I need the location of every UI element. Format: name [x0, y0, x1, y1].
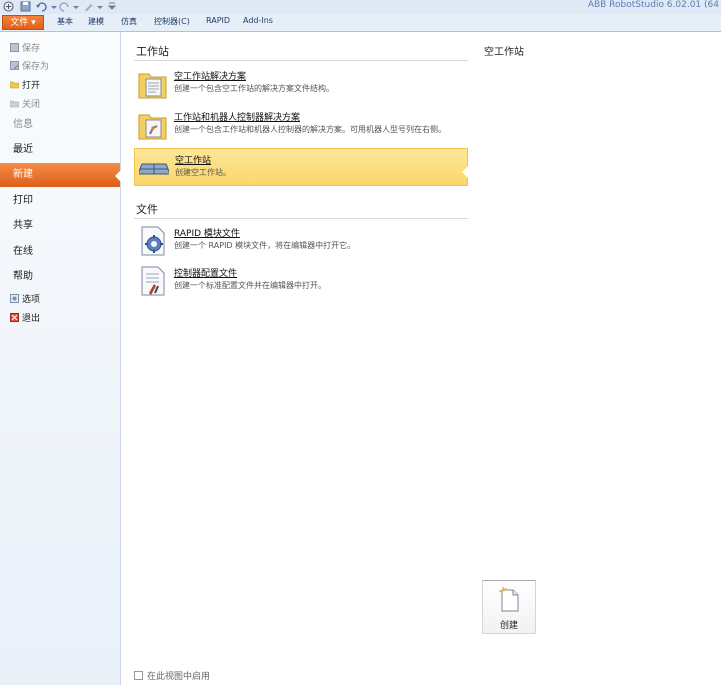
save-as-command[interactable]: 保存为: [10, 59, 49, 73]
new-document-icon: [498, 586, 521, 613]
create-button[interactable]: 创建: [482, 580, 536, 634]
save-command[interactable]: 保存: [10, 41, 40, 55]
options-command[interactable]: 选项: [10, 292, 40, 306]
app-logo-icon[interactable]: [3, 1, 14, 12]
tab-modeling[interactable]: 建模: [88, 16, 104, 27]
template-title: 空工作站: [175, 156, 212, 166]
section-title-workstations: 工作站: [136, 45, 169, 58]
folder-robot-icon: [138, 109, 168, 141]
backstage-nav: 保存 保存为 打开 关闭 信息 最近 新建 打印 共享 在线 帮助 选项 退出: [0, 32, 121, 685]
section-divider: [134, 60, 468, 61]
template-description: 创建一个包含工作站和机器人控制器的解决方案。可用机器人型号列在右侧。: [174, 125, 446, 134]
section-title-files: 文件: [136, 203, 158, 216]
template-station-and-controller-solution[interactable]: 工作站和机器人控制器解决方案 创建一个包含工作站和机器人控制器的解决方案。可用机…: [134, 106, 468, 144]
customize-toolbar-icon[interactable]: [107, 1, 119, 12]
template-description: 创建一个标准配置文件并在编辑器中打开。: [174, 281, 326, 290]
close-command[interactable]: 关闭: [9, 97, 40, 111]
tab-controller[interactable]: 控制器(C): [154, 16, 190, 27]
template-description: 创建一个 RAPID 模块文件，将在编辑器中打开它。: [174, 241, 356, 250]
ribbon-tab-bar: 文件 ▾ 基本 建模 仿真 控制器(C) RAPID Add-Ins: [0, 14, 721, 32]
folder-document-icon: [138, 68, 168, 100]
nav-new[interactable]: 新建: [0, 163, 121, 187]
template-controller-config[interactable]: 控制器配置文件 创建一个标准配置文件并在编辑器中打开。: [134, 262, 468, 300]
section-divider: [134, 218, 468, 219]
close-file-icon: [9, 99, 20, 108]
tab-simulation[interactable]: 仿真: [121, 16, 137, 27]
template-description: 创建空工作站。: [175, 168, 231, 177]
tab-file[interactable]: 文件 ▾: [2, 15, 44, 30]
options-icon: [10, 294, 19, 303]
pen-icon[interactable]: [83, 1, 94, 12]
template-empty-station[interactable]: 空工作站 创建空工作站。: [134, 148, 468, 186]
nav-help[interactable]: 帮助: [0, 265, 120, 289]
undo-icon[interactable]: [36, 1, 47, 12]
tab-add-ins[interactable]: Add-Ins: [243, 16, 273, 25]
template-title: RAPID 模块文件: [174, 229, 240, 239]
controller-config-icon: [138, 265, 168, 297]
nav-online[interactable]: 在线: [0, 240, 120, 264]
create-label: 创建: [499, 621, 518, 631]
selected-pointer: [115, 170, 121, 182]
selected-pointer: [462, 166, 468, 178]
tab-rapid[interactable]: RAPID: [206, 16, 230, 25]
template-empty-station-solution[interactable]: 空工作站解决方案 创建一个包含空工作站的解决方案文件结构。: [134, 65, 468, 103]
title-bar: ABB RobotStudio 6.02.01 (64: [0, 0, 721, 15]
app-title: ABB RobotStudio 6.02.01 (64: [587, 0, 719, 10]
footer-option[interactable]: 在此视图中启用: [134, 669, 210, 682]
save-icon: [10, 43, 19, 52]
template-description: 创建一个包含空工作站的解决方案文件结构。: [174, 84, 334, 93]
open-command[interactable]: 打开: [9, 78, 40, 92]
nav-recent[interactable]: 最近: [0, 138, 120, 162]
template-title: 空工作站解决方案: [174, 72, 247, 82]
empty-station-icon: [137, 152, 171, 184]
template-title: 工作站和机器人控制器解决方案: [174, 113, 301, 123]
preview-title: 空工作站: [484, 47, 524, 58]
exit-icon: [10, 313, 19, 322]
template-rapid-module[interactable]: RAPID 模块文件 创建一个 RAPID 模块文件，将在编辑器中打开它。: [134, 222, 468, 260]
save-icon[interactable]: [20, 1, 31, 12]
dropdown-icon[interactable]: [72, 1, 83, 12]
open-folder-icon: [9, 80, 20, 89]
exit-command[interactable]: 退出: [10, 311, 40, 325]
dropdown-icon[interactable]: [96, 1, 107, 12]
nav-print[interactable]: 打印: [0, 189, 120, 213]
nav-share[interactable]: 共享: [0, 214, 120, 238]
redo-icon[interactable]: [59, 1, 70, 12]
rapid-module-icon: [138, 225, 168, 257]
nav-info[interactable]: 信息: [0, 113, 120, 137]
template-title: 控制器配置文件: [174, 269, 238, 279]
save-as-icon: [10, 61, 19, 70]
checkbox[interactable]: [134, 671, 143, 680]
tab-home[interactable]: 基本: [57, 16, 73, 27]
